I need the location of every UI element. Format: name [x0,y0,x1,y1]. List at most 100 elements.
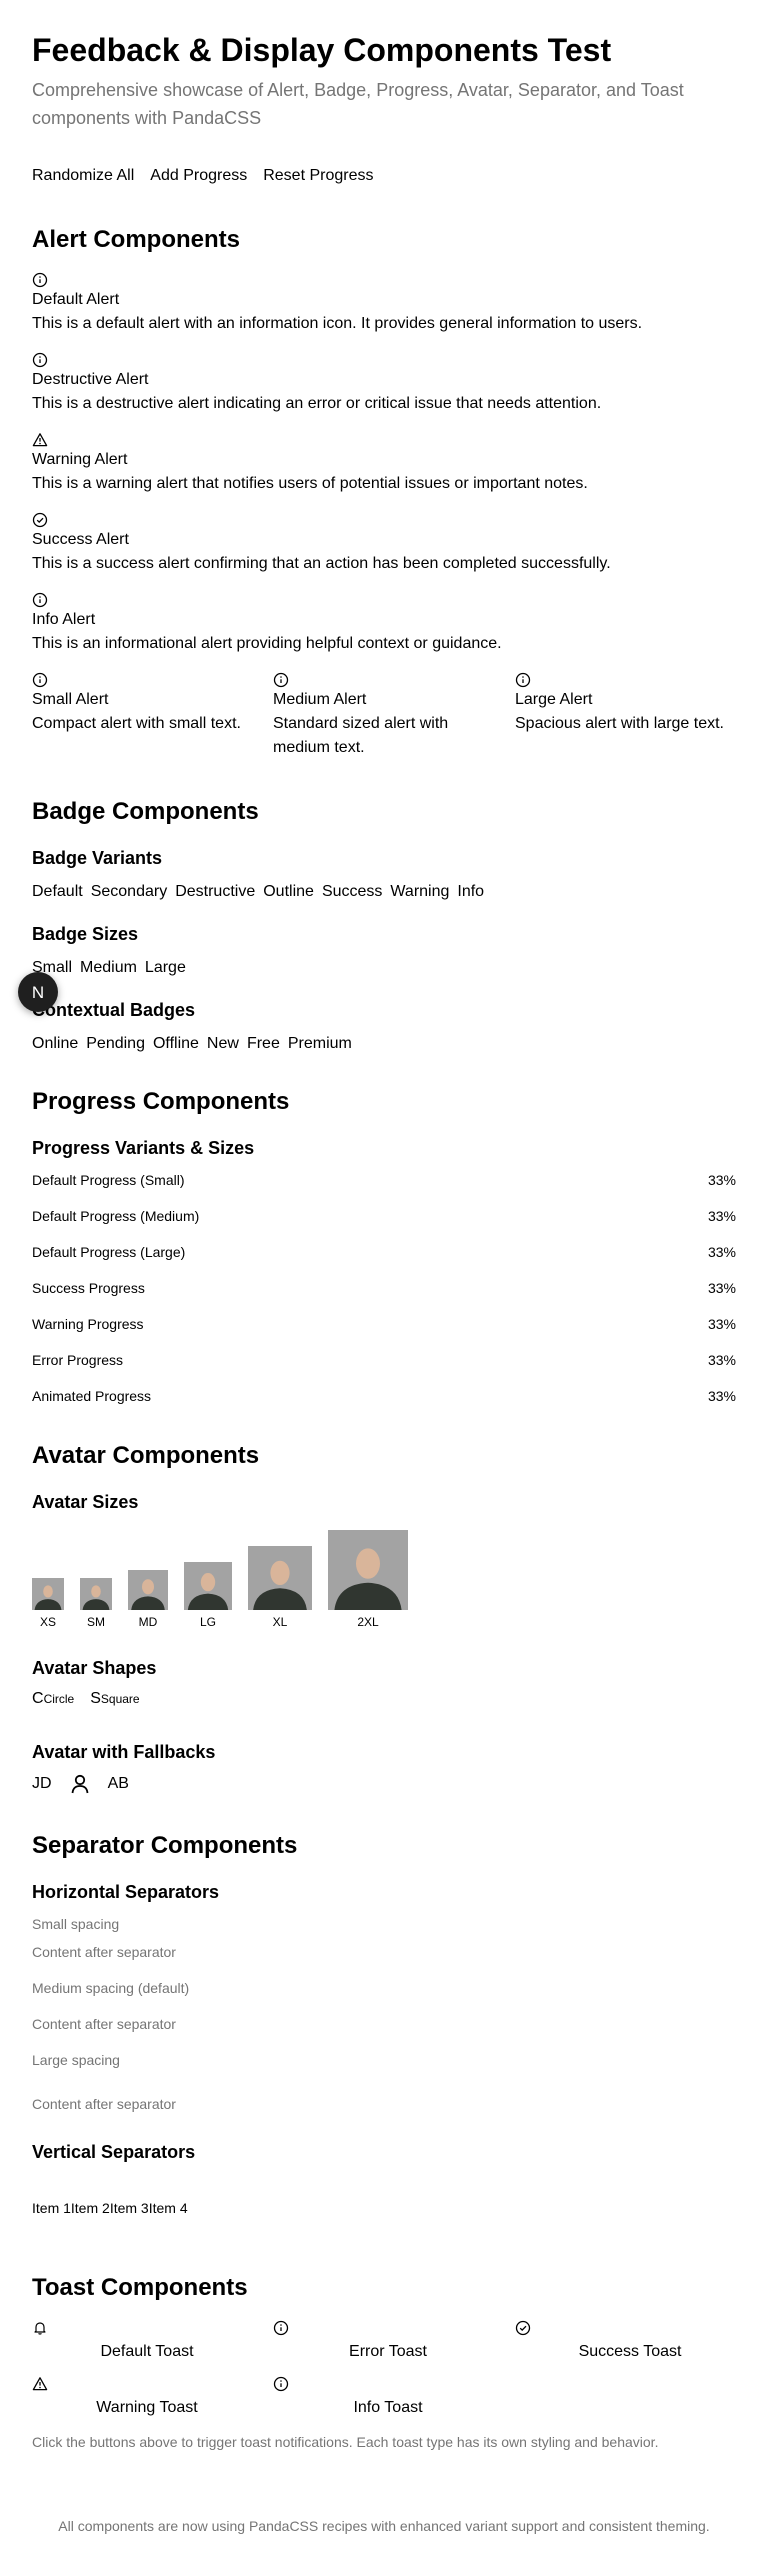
avatar-section-heading: Avatar Components [32,1442,260,1469]
vertical-item: Item 4 [148,2200,188,2216]
progress-value: 33% [707,1352,736,1368]
add-progress-button[interactable]: Add Progress [150,164,247,188]
reset-progress-button[interactable]: Reset Progress [263,164,373,188]
avatar-square: SSquare [90,1690,139,1708]
progress-label: Default Progress (Medium) [32,1208,200,1224]
avatar-lg [184,1562,232,1610]
badge-outline: Outline [263,883,314,900]
progress-label: Default Progress (Small) [32,1172,185,1188]
avatar-sizes-heading: Avatar Sizes [32,1492,139,1512]
badge-pending: Pending [86,1035,145,1052]
separator-medium-label: Medium spacing (default) [32,1980,190,1996]
nextjs-dev-indicator[interactable]: N [18,972,58,1012]
info-circle-icon [515,672,531,688]
avatar-size-label: LG [199,1615,216,1629]
info-circle-icon [32,592,48,608]
avatar-circle: CCircle [32,1690,74,1708]
avatar-size-label: SM [87,1615,105,1629]
footer-text: All components are now using PandaCSS re… [58,2518,710,2534]
warning-toast-button[interactable]: Warning Toast [32,2376,262,2420]
avatar-sm [80,1578,112,1610]
avatar-size-label: XL [272,1615,288,1629]
badge-success: Success [321,883,383,900]
alert-description: This is an informational alert providing… [32,635,502,652]
alert-description: This is a warning alert that notifies us… [32,475,588,492]
toast-help-text: Click the buttons above to trigger toast… [32,2434,659,2450]
vertical-item: Item 1 [32,2200,71,2216]
avatar-shape-label: Square [100,1692,140,1706]
info-circle-icon [32,352,48,368]
toast-label: Info Toast [353,2399,423,2416]
alert-small: Small Alert Compact alert with small tex… [32,672,262,736]
avatar-fallbacks-heading: Avatar with Fallbacks [32,1742,216,1762]
success-toast-button[interactable]: Success Toast [515,2320,745,2364]
progress-item: Default Progress (Large) 33% [32,1242,736,1262]
avatar-fallbacks-row: JD AB [32,1772,129,1796]
progress-label: Error Progress [32,1352,124,1368]
alert-title: Destructive Alert [32,371,149,388]
avatar-xs [32,1578,64,1610]
progress-label: Default Progress (Large) [32,1244,186,1260]
user-icon [71,1774,88,1794]
badge-premium: Premium [287,1035,352,1052]
info-circle-icon [273,2320,289,2336]
alert-default: Default Alert This is a default alert wi… [32,272,736,336]
badge-info: Info [457,883,485,900]
bell-icon [34,2322,46,2335]
badge-medium: Medium [80,959,137,976]
check-circle-icon [32,512,48,528]
progress-item: Warning Progress 33% [32,1314,736,1334]
alert-description: This is a success alert confirming that … [32,555,611,572]
toast-section-heading: Toast Components [32,2274,248,2301]
default-toast-button[interactable]: Default Toast [32,2320,262,2364]
alert-description: Spacious alert with large text. [515,715,724,732]
avatar-initial: C [32,1690,44,1707]
toast-label: Error Toast [349,2343,427,2360]
info-toast-button[interactable]: Info Toast [273,2376,503,2420]
toast-label: Warning Toast [96,2399,198,2416]
alert-destructive: Destructive Alert This is a destructive … [32,352,736,416]
alert-info: Info Alert This is an informational aler… [32,592,736,656]
progress-label: Warning Progress [32,1316,144,1332]
progress-value: 33% [707,1172,736,1188]
vertical-item: Item 3 [109,2200,149,2216]
badge-contextual-row: Online Pending Offline New Free Premium [32,1032,352,1056]
separator-section-heading: Separator Components [32,1832,298,1859]
avatar-shapes-row: CCircle SSquare [32,1690,140,1708]
separator-large-label: Large spacing [32,2052,120,2068]
badge-large: Large [144,959,186,976]
badge-destructive: Destructive [175,883,256,900]
progress-subheading: Progress Variants & Sizes [32,1138,255,1158]
alert-description: Compact alert with small text. [32,715,241,732]
avatar-initial: S [90,1690,101,1707]
progress-value: 33% [707,1388,736,1404]
separator-vertical-heading: Vertical Separators [32,2142,196,2162]
progress-label: Animated Progress [32,1388,152,1404]
toast-label: Success Toast [578,2343,682,2360]
alert-title: Medium Alert [273,691,367,708]
randomize-all-button[interactable]: Randomize All [32,164,134,188]
info-circle-icon [273,672,289,688]
progress-item: Default Progress (Small) 33% [32,1170,736,1190]
error-toast-button[interactable]: Error Toast [273,2320,503,2364]
badge-variants-heading: Badge Variants [32,848,163,868]
progress-item: Success Progress 33% [32,1278,736,1298]
separator-small-label: Small spacing [32,1916,120,1932]
separator-content-after: Content after separator [32,2096,176,2112]
alert-title: Large Alert [515,691,593,708]
alert-title: Info Alert [32,611,96,628]
page-subtitle: Comprehensive showcase of Alert, Badge, … [32,80,684,128]
nextjs-logo-icon: N [32,983,44,1002]
progress-item: Error Progress 33% [32,1350,736,1370]
info-circle-icon [273,2376,289,2392]
badge-default: Default [32,883,83,900]
separator-content-after: Content after separator [32,2016,176,2032]
badge-online: Online [32,1035,79,1052]
page-title: Feedback & Display Components Test [32,32,612,68]
alert-success: Success Alert This is a success alert co… [32,512,736,576]
avatar-fallback-ab: AB [107,1775,129,1792]
action-toolbar: Randomize All Add Progress Reset Progres… [32,164,373,188]
progress-value: 33% [707,1280,736,1296]
badge-variants-row: Default Secondary Destructive Outline Su… [32,880,484,904]
avatar-shapes-heading: Avatar Shapes [32,1658,157,1678]
